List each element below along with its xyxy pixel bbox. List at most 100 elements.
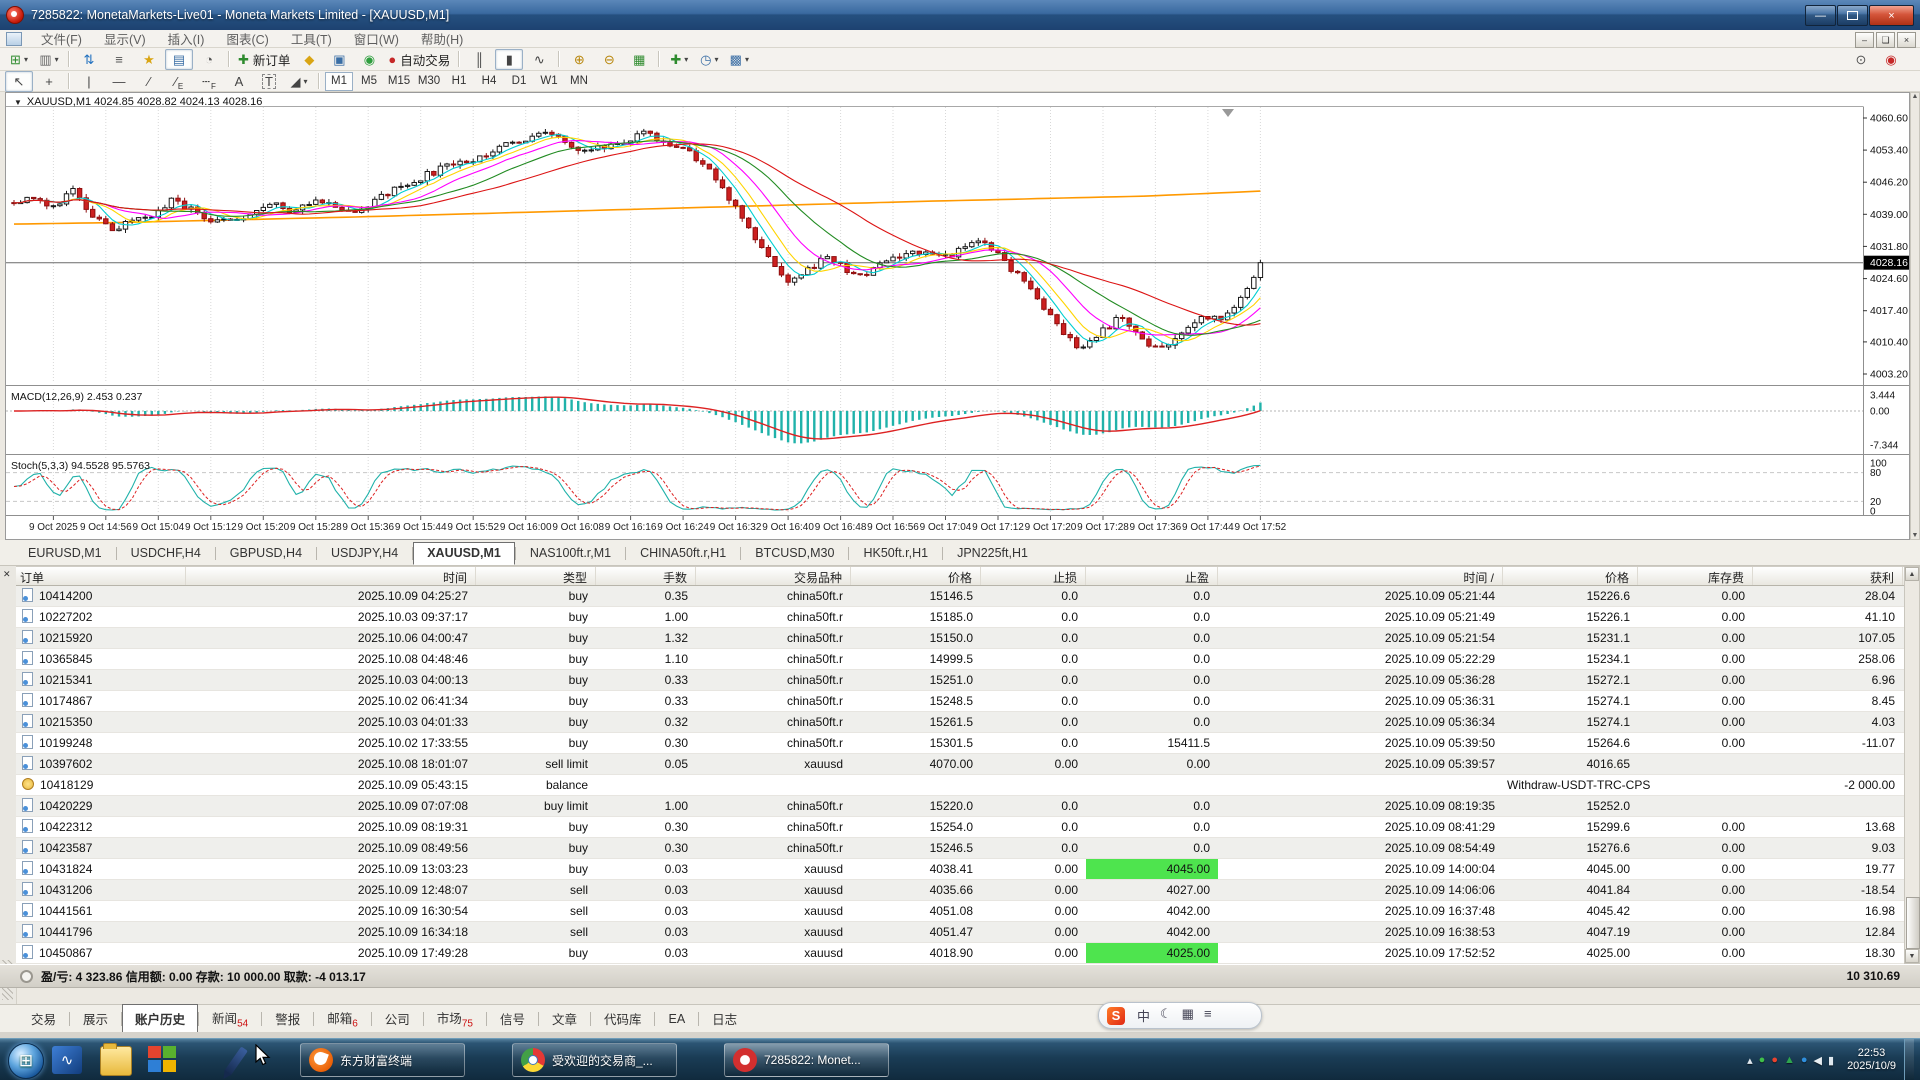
trendline-icon[interactable]: ∕ xyxy=(135,71,163,92)
timeframe-mn[interactable]: MN xyxy=(565,72,593,91)
column-header[interactable]: 订单 xyxy=(16,567,186,585)
horizontal-line-icon[interactable]: — xyxy=(105,71,133,92)
child-minimize-button[interactable]: – xyxy=(1855,32,1874,48)
ime-option-icon[interactable]: 中 xyxy=(1137,1006,1150,1025)
child-close-button[interactable]: × xyxy=(1897,32,1916,48)
timeframe-h1[interactable]: H1 xyxy=(445,72,473,91)
terminal-tab-信号[interactable]: 信号 xyxy=(487,1004,538,1033)
templates-icon[interactable]: ▩▾ xyxy=(725,49,753,70)
chart-tab-usdjpy,h4[interactable]: USDJPY,H4 xyxy=(317,542,412,565)
chart-tab-gbpusd,h4[interactable]: GBPUSD,H4 xyxy=(216,542,316,565)
hidden-icons-arrow-icon[interactable]: ▴ xyxy=(1747,1054,1753,1067)
column-header[interactable]: 手数 xyxy=(596,567,696,585)
table-row[interactable]: 104142002025.10.09 04:25:27buy0.35china5… xyxy=(16,586,1904,607)
price-chart[interactable]: 9 Oct 20259 Oct 14:569 Oct 15:049 Oct 15… xyxy=(5,92,1910,540)
timeframe-w1[interactable]: W1 xyxy=(535,72,563,91)
chart-tab-eurusd,m1[interactable]: EURUSD,M1 xyxy=(14,542,116,565)
column-header[interactable]: 价格 xyxy=(1503,567,1638,585)
file-explorer-icon[interactable] xyxy=(100,1046,132,1076)
zoom-out-icon[interactable]: ⊖ xyxy=(595,49,623,70)
one-click-trading-icon[interactable]: ▼ xyxy=(14,98,22,107)
table-row[interactable]: 102272022025.10.03 09:37:17buy1.00china5… xyxy=(16,607,1904,628)
chart-tab-hk50ft.r,h1[interactable]: HK50ft.r,H1 xyxy=(849,542,942,565)
terminal-tab-警报[interactable]: 警报 xyxy=(262,1004,313,1033)
signals-icon[interactable]: ◉ xyxy=(355,49,383,70)
taskbar-app-mt4[interactable]: 7285822: Monet... xyxy=(724,1043,889,1077)
new-chart-icon[interactable]: ⊞▾ xyxy=(5,49,33,70)
terminal-tab-日志[interactable]: 日志 xyxy=(699,1004,750,1033)
terminal-tab-账户历史[interactable]: 账户历史 xyxy=(122,1004,198,1033)
terminal-tab-邮箱[interactable]: 邮箱6 xyxy=(314,1003,371,1035)
table-row[interactable]: 101748672025.10.02 06:41:34buy0.33china5… xyxy=(16,691,1904,712)
terminal-tab-市场[interactable]: 市场75 xyxy=(424,1003,486,1035)
taskbar-clock[interactable]: 22:53 2025/10/9 xyxy=(1847,1047,1896,1073)
chart-tab-btcusd,m30[interactable]: BTCUSD,M30 xyxy=(741,542,848,565)
terminal-close-icon[interactable]: ✕ xyxy=(3,569,11,580)
vertical-line-icon[interactable]: | xyxy=(75,71,103,92)
taskbar-app-eastmoney[interactable]: 东方财富终端 xyxy=(300,1043,465,1077)
table-row[interactable]: 103658452025.10.08 04:48:46buy1.10china5… xyxy=(16,649,1904,670)
terminal-tab-新闻[interactable]: 新闻54 xyxy=(199,1003,261,1035)
table-row[interactable]: 102153502025.10.03 04:01:33buy0.32china5… xyxy=(16,712,1904,733)
safety-green-icon[interactable]: ● xyxy=(1759,1054,1766,1066)
child-restore-button[interactable]: ❏ xyxy=(1876,32,1895,48)
column-header[interactable]: 交易品种 xyxy=(696,567,851,585)
metaeditor-icon[interactable]: ◆ xyxy=(295,49,323,70)
network-icon[interactable]: ▮ xyxy=(1828,1054,1834,1067)
data-window-icon[interactable]: ≡ xyxy=(105,49,133,70)
new-order-button[interactable]: ✚新订单 xyxy=(235,49,293,70)
table-row[interactable]: 101992482025.10.02 17:33:55buy0.30china5… xyxy=(16,733,1904,754)
menu-item[interactable]: 显示(V) xyxy=(93,29,157,48)
chart-scrollbar[interactable]: ▲▼ xyxy=(1910,92,1920,540)
chart-tab-usdchf,h4[interactable]: USDCHF,H4 xyxy=(117,542,215,565)
chart-tab-jpn225ft,h1[interactable]: JPN225ft,H1 xyxy=(943,542,1042,565)
navigator-icon[interactable]: ★ xyxy=(135,49,163,70)
terminal-tab-EA[interactable]: EA xyxy=(655,1007,698,1031)
quotes-app-icon[interactable]: ∿ xyxy=(52,1046,82,1074)
crosshair-icon[interactable]: + xyxy=(35,71,63,92)
close-button[interactable]: × xyxy=(1869,5,1914,26)
chart-tab-china50ft.r,h1[interactable]: CHINA50ft.r,H1 xyxy=(626,542,740,565)
alert-red-icon[interactable]: ● xyxy=(1771,1054,1778,1066)
table-row[interactable]: 102159202025.10.06 04:00:47buy1.32china5… xyxy=(16,628,1904,649)
tile-windows-icon[interactable]: ▦ xyxy=(625,49,653,70)
arrows-tool-icon[interactable]: ◢▾ xyxy=(285,71,313,92)
chart-tab-nas100ft.r,m1[interactable]: NAS100ft.r,M1 xyxy=(516,542,625,565)
table-row[interactable]: 104318242025.10.09 13:03:23buy0.03xauusd… xyxy=(16,859,1904,880)
shield-green-icon[interactable]: ▲ xyxy=(1784,1054,1795,1066)
table-row[interactable]: 103976022025.10.08 18:01:07sell limit0.0… xyxy=(16,754,1904,775)
colors-app-icon[interactable] xyxy=(148,1046,178,1074)
show-desktop-button[interactable] xyxy=(1904,1039,1914,1080)
menu-item[interactable]: 插入(I) xyxy=(157,29,216,48)
ime-option-icon[interactable]: ▦ xyxy=(1182,1006,1194,1025)
table-row[interactable]: 104223122025.10.09 08:19:31buy0.30china5… xyxy=(16,817,1904,838)
column-header[interactable]: 时间 / xyxy=(1218,567,1503,585)
fibonacci-icon[interactable]: ┄F xyxy=(195,71,223,92)
taskbar-app-chrome[interactable]: 受欢迎的交易商_... xyxy=(512,1043,677,1077)
chart-menu-icon[interactable] xyxy=(6,32,22,46)
sogou-ime-icon[interactable]: S xyxy=(1107,1007,1125,1025)
chart-tab-xauusd,m1[interactable]: XAUUSD,M1 xyxy=(413,542,515,565)
terminal-tab-代码库[interactable]: 代码库 xyxy=(591,1004,655,1033)
strategy-tester-icon[interactable]: ◔ xyxy=(195,49,223,70)
timeframe-m15[interactable]: M15 xyxy=(385,72,413,91)
menu-item[interactable]: 图表(C) xyxy=(215,29,279,48)
table-row[interactable]: 104181292025.10.09 05:43:15balanceWithdr… xyxy=(16,775,1904,796)
column-header[interactable]: 类型 xyxy=(476,567,596,585)
history-scrollbar[interactable]: ▲ ▼ xyxy=(1904,566,1920,964)
menu-item[interactable]: 工具(T) xyxy=(280,29,343,48)
column-header[interactable]: 价格 xyxy=(851,567,981,585)
timeframe-h4[interactable]: H4 xyxy=(475,72,503,91)
indicators-icon[interactable]: ✚▾ xyxy=(665,49,693,70)
timeframe-m5[interactable]: M5 xyxy=(355,72,383,91)
zoom-in-icon[interactable]: ⊕ xyxy=(565,49,593,70)
equidistant-channel-icon[interactable]: ∕E xyxy=(165,71,193,92)
table-row[interactable]: 102153412025.10.03 04:00:13buy0.33china5… xyxy=(16,670,1904,691)
timeframe-m1[interactable]: M1 xyxy=(325,72,353,91)
table-row[interactable]: 104235872025.10.09 08:49:56buy0.30china5… xyxy=(16,838,1904,859)
menu-item[interactable]: 窗口(W) xyxy=(343,29,410,48)
menu-item[interactable]: 文件(F) xyxy=(30,29,93,48)
messenger-blue-icon[interactable]: ● xyxy=(1801,1054,1808,1066)
profiles-icon[interactable]: ▥▾ xyxy=(35,49,63,70)
terminal-tab-公司[interactable]: 公司 xyxy=(372,1004,423,1033)
